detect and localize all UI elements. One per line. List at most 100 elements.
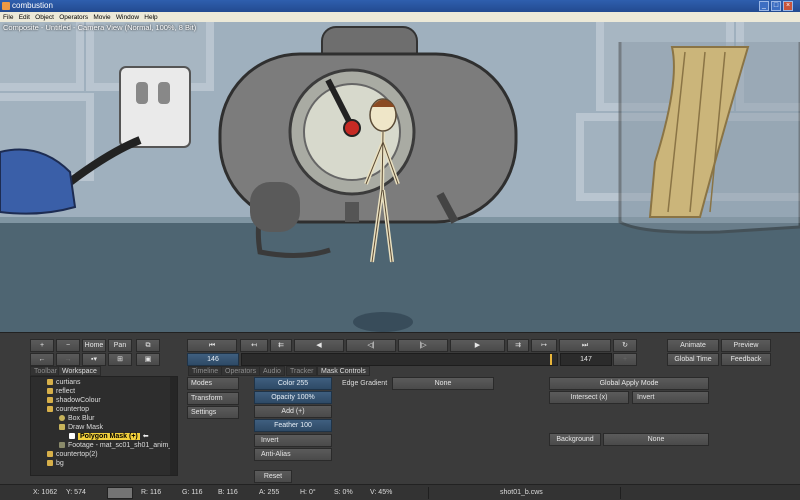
composite-image <box>0 22 800 332</box>
arrow-pointer-icon: ⬅ <box>142 433 149 440</box>
background-label: Background <box>549 433 601 446</box>
background-dropdown[interactable]: None <box>603 433 709 446</box>
layer-icon <box>47 451 53 458</box>
zoom-in-button[interactable]: + <box>30 339 54 352</box>
playhead[interactable] <box>550 354 553 365</box>
maximize-button[interactable]: □ <box>771 1 781 11</box>
animate-button[interactable]: Animate <box>667 339 719 352</box>
end-frame-field[interactable]: 147 <box>560 353 612 366</box>
home-button[interactable]: Home <box>82 339 106 352</box>
tab-tracker[interactable]: Tracker <box>286 366 318 376</box>
tree-scrollbar[interactable] <box>170 377 177 475</box>
global-invert-toggle[interactable]: Invert <box>632 391 709 404</box>
next-key-icon[interactable]: ⇉ <box>507 339 529 352</box>
fit-icon[interactable]: ⧉ <box>136 339 160 352</box>
tab-timeline[interactable]: Timeline <box>188 366 223 376</box>
prev-key-icon[interactable]: ⇇ <box>270 339 292 352</box>
intersect-dropdown[interactable]: Intersect (x) <box>549 391 629 404</box>
layer-icon <box>47 406 53 413</box>
status-file: shot01_b.cws <box>500 489 543 496</box>
status-x: X: 1062 <box>33 489 58 496</box>
step-back-frame-icon[interactable]: ◁| <box>346 339 396 352</box>
title-bar: combustion _ □ × <box>0 0 800 12</box>
footage-icon <box>59 442 65 449</box>
status-v: V: 45% <box>370 489 393 496</box>
back-button[interactable]: ← <box>30 353 54 366</box>
tab-toolbar[interactable]: Toolbar <box>30 366 61 376</box>
layer-icon <box>47 388 53 395</box>
forward-button[interactable]: → <box>56 353 80 366</box>
close-button[interactable]: × <box>783 1 793 11</box>
global-time-button[interactable]: Global Time <box>667 353 719 366</box>
opacity-field[interactable]: Opacity 100% <box>254 391 332 404</box>
edge-gradient-dropdown[interactable]: None <box>392 377 494 390</box>
status-s: S: 0% <box>334 489 353 496</box>
tree-item-footage[interactable]: Footage - mat_sc01_sh01_anim_v <box>59 441 176 450</box>
current-frame-field[interactable]: 146 <box>187 353 239 366</box>
layer-icon <box>47 379 53 386</box>
status-bar: X: 1062 Y: 574 R: 116 G: 116 B: 116 A: 2… <box>0 484 800 500</box>
menu-bar: File Edit Object Operators Movie Window … <box>0 12 800 22</box>
play-reverse-icon[interactable]: ◀ <box>294 339 344 352</box>
grid-icon[interactable]: ⊞ <box>108 353 132 366</box>
modes-button[interactable]: Modes <box>187 377 239 390</box>
status-a: A: 255 <box>259 489 280 496</box>
tree-item-curtians[interactable]: curtians <box>47 378 81 387</box>
tab-operators[interactable]: Operators <box>221 366 261 376</box>
play-icon[interactable]: ▶ <box>450 339 505 352</box>
tree-item-countertop-2[interactable]: countertop(2) <box>47 450 98 459</box>
divider <box>620 487 621 499</box>
tree-item-box-blur[interactable]: Box Blur <box>59 414 94 423</box>
tree-item-bg[interactable]: bg <box>47 459 64 468</box>
settings-button[interactable]: Settings <box>187 406 239 419</box>
step-back-key-icon[interactable]: ↤ <box>240 339 268 352</box>
status-r: R: 116 <box>141 489 162 496</box>
tab-workspace[interactable]: Workspace <box>58 366 101 376</box>
operator-icon <box>59 415 65 422</box>
status-g: G: 116 <box>182 489 203 496</box>
reset-button[interactable]: Reset <box>254 470 292 483</box>
step-forward-key-icon[interactable]: ↦ <box>531 339 557 352</box>
anti-alias-toggle[interactable]: Anti-Alias <box>254 448 332 461</box>
tree-item-polygon-mask[interactable]: Polygon Mask (+) ⬅ <box>69 432 149 441</box>
tree-item-draw-mask[interactable]: Draw Mask <box>59 423 103 432</box>
tree-item-reflect[interactable]: reflect <box>47 387 75 396</box>
status-b: B: 116 <box>218 489 238 496</box>
tab-mask-controls[interactable]: Mask Controls <box>317 366 370 376</box>
tree-item-shadowcolour[interactable]: shadowColour <box>47 396 101 405</box>
polygon-icon <box>69 433 75 440</box>
feedback-button[interactable]: Feedback <box>721 353 771 366</box>
pan-button[interactable]: Pan <box>108 339 132 352</box>
edge-gradient-label: Edge Gradient <box>342 380 388 387</box>
view-dropdown-icon[interactable]: ▪▾ <box>82 353 106 366</box>
tree-item-countertop[interactable]: countertop <box>47 405 89 414</box>
layer-icon <box>47 460 53 467</box>
add-frame-icon[interactable]: + <box>613 353 637 366</box>
workspace-tree[interactable]: curtians reflect shadowColour countertop… <box>30 376 178 476</box>
status-h: H: 0° <box>300 489 316 496</box>
safe-area-icon[interactable]: ▣ <box>136 353 160 366</box>
zoom-out-button[interactable]: − <box>56 339 80 352</box>
add-mode-dropdown[interactable]: Add (+) <box>254 405 332 418</box>
invert-toggle[interactable]: Invert <box>254 434 332 447</box>
global-apply-mode-button[interactable]: Global Apply Mode <box>549 377 709 390</box>
camera-viewport[interactable]: Composite - Untitled - Camera View (Norm… <box>0 22 800 332</box>
window-title: combustion <box>12 1 53 10</box>
status-y: Y: 574 <box>66 489 86 496</box>
goto-end-icon[interactable]: ⏭ <box>559 339 611 352</box>
mask-icon <box>59 424 65 431</box>
step-forward-frame-icon[interactable]: |▷ <box>398 339 448 352</box>
tab-audio[interactable]: Audio <box>259 366 285 376</box>
goto-start-icon[interactable]: ⏮ <box>187 339 237 352</box>
timeline-slider[interactable] <box>241 353 558 366</box>
preview-button[interactable]: Preview <box>721 339 771 352</box>
app-icon <box>2 2 10 10</box>
transform-button[interactable]: Transform <box>187 392 239 405</box>
color-field[interactable]: Color 255 <box>254 377 332 390</box>
viewport-title: Composite - Untitled - Camera View (Norm… <box>3 23 197 32</box>
divider <box>428 487 429 499</box>
color-swatch <box>107 487 133 499</box>
minimize-button[interactable]: _ <box>759 1 769 11</box>
feather-field[interactable]: Feather 100 <box>254 419 332 432</box>
loop-icon[interactable]: ↻ <box>613 339 637 352</box>
